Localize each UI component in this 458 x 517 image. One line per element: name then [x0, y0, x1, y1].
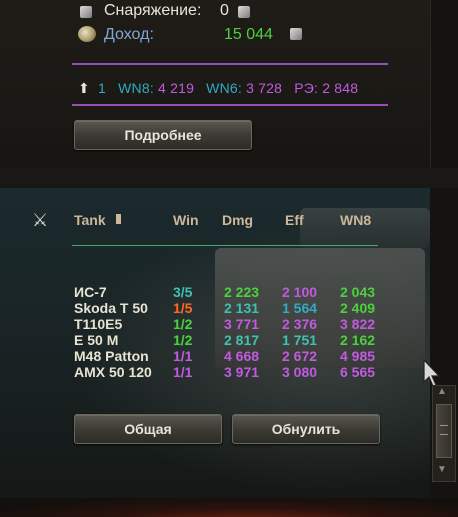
separator [72, 104, 388, 106]
crossed-swords-icon[interactable]: ⚔ [32, 210, 48, 231]
table-cell-dmg: 2 223 [224, 284, 260, 300]
header-divider [72, 245, 378, 246]
column-header-tank[interactable]: Tank [74, 212, 106, 228]
column-header-win[interactable]: Win [173, 212, 199, 228]
re-value: 2 848 [322, 80, 359, 96]
table-cell-win: 1/5 [173, 300, 193, 316]
equipment-icon [80, 6, 92, 18]
table-cell-eff: 3 080 [282, 364, 318, 380]
income-icon [78, 26, 96, 42]
table-cell-wn8: 4 985 [340, 348, 376, 364]
table-cell-dmg: 2 817 [224, 332, 260, 348]
wn8-value: 4 219 [158, 80, 195, 96]
table-cell-eff: 1 564 [282, 300, 318, 316]
table-cell-eff: 2 100 [282, 284, 318, 300]
table-cell-wn8: 2 043 [340, 284, 376, 300]
wn8-label: WN8: [118, 80, 154, 96]
scroll-down-icon[interactable]: ▼ [437, 464, 447, 475]
table-cell-tank: T110E5 [74, 316, 123, 332]
income-label: Доход: [104, 26, 154, 43]
wn6-value: 3 728 [246, 80, 283, 96]
table-cell-dmg: 4 668 [224, 348, 260, 364]
table-cell-tank: Skoda T 50 [74, 300, 148, 316]
table-cell-tank: AMX 50 120 [74, 364, 152, 380]
table-cell-wn8: 3 822 [340, 316, 376, 332]
table-cell-wn8: 6 565 [340, 364, 376, 380]
equipment-value: 0 [220, 2, 229, 19]
table-cell-eff: 2 672 [282, 348, 318, 364]
equipment-label: Снаряжение: [104, 2, 202, 19]
table-cell-dmg: 3 971 [224, 364, 260, 380]
table-cell-dmg: 3 771 [224, 316, 260, 332]
table-cell-win: 1/1 [173, 348, 193, 364]
table-cell-win: 1/2 [173, 332, 193, 348]
column-header-eff[interactable]: Eff [285, 212, 304, 228]
income-value: 15 044 [224, 26, 273, 43]
re-label: РЭ: [294, 80, 319, 96]
bottom-decor [0, 498, 458, 517]
table-cell-eff: 2 376 [282, 316, 318, 332]
overall-button[interactable]: Общая [74, 414, 222, 444]
wn6-label: WN6: [206, 80, 242, 96]
up-arrow-icon: ⬆ [78, 80, 90, 96]
grip-icon [440, 425, 448, 435]
mouse-cursor-icon [423, 358, 441, 387]
column-header-wn8[interactable]: WN8 [340, 212, 371, 228]
silver-icon [290, 28, 302, 40]
table-cell-wn8: 2 162 [340, 332, 376, 348]
table-cell-dmg: 2 131 [224, 300, 260, 316]
table-cell-eff: 1 751 [282, 332, 318, 348]
table-cell-win: 1/1 [173, 364, 193, 380]
rank-value: 1 [98, 80, 107, 96]
table-cell-tank: E 50 M [74, 332, 119, 348]
column-header-dmg[interactable]: Dmg [222, 212, 253, 228]
details-button[interactable]: Подробнее [74, 120, 252, 150]
ratings-line: ⬆ 1 WN8: 4 219 WN6: 3 728 РЭ: 2 848 [78, 80, 358, 97]
sort-indicator-icon [116, 214, 121, 224]
summary-panel: Снаряжение: 0 Доход: 15 044 ⬆ 1 WN8: 4 2… [0, 0, 431, 168]
table-cell-win: 1/2 [173, 316, 193, 332]
panel-gap [0, 168, 458, 188]
table-cell-tank: ИС-7 [74, 284, 107, 300]
table-cell-win: 3/5 [173, 284, 193, 300]
separator [72, 63, 388, 65]
table-cell-tank: M48 Patton [74, 348, 149, 364]
reset-button[interactable]: Обнулить [232, 414, 380, 444]
silver-icon [238, 6, 250, 18]
scrollbar-thumb[interactable] [436, 404, 452, 458]
table-cell-wn8: 2 409 [340, 300, 376, 316]
